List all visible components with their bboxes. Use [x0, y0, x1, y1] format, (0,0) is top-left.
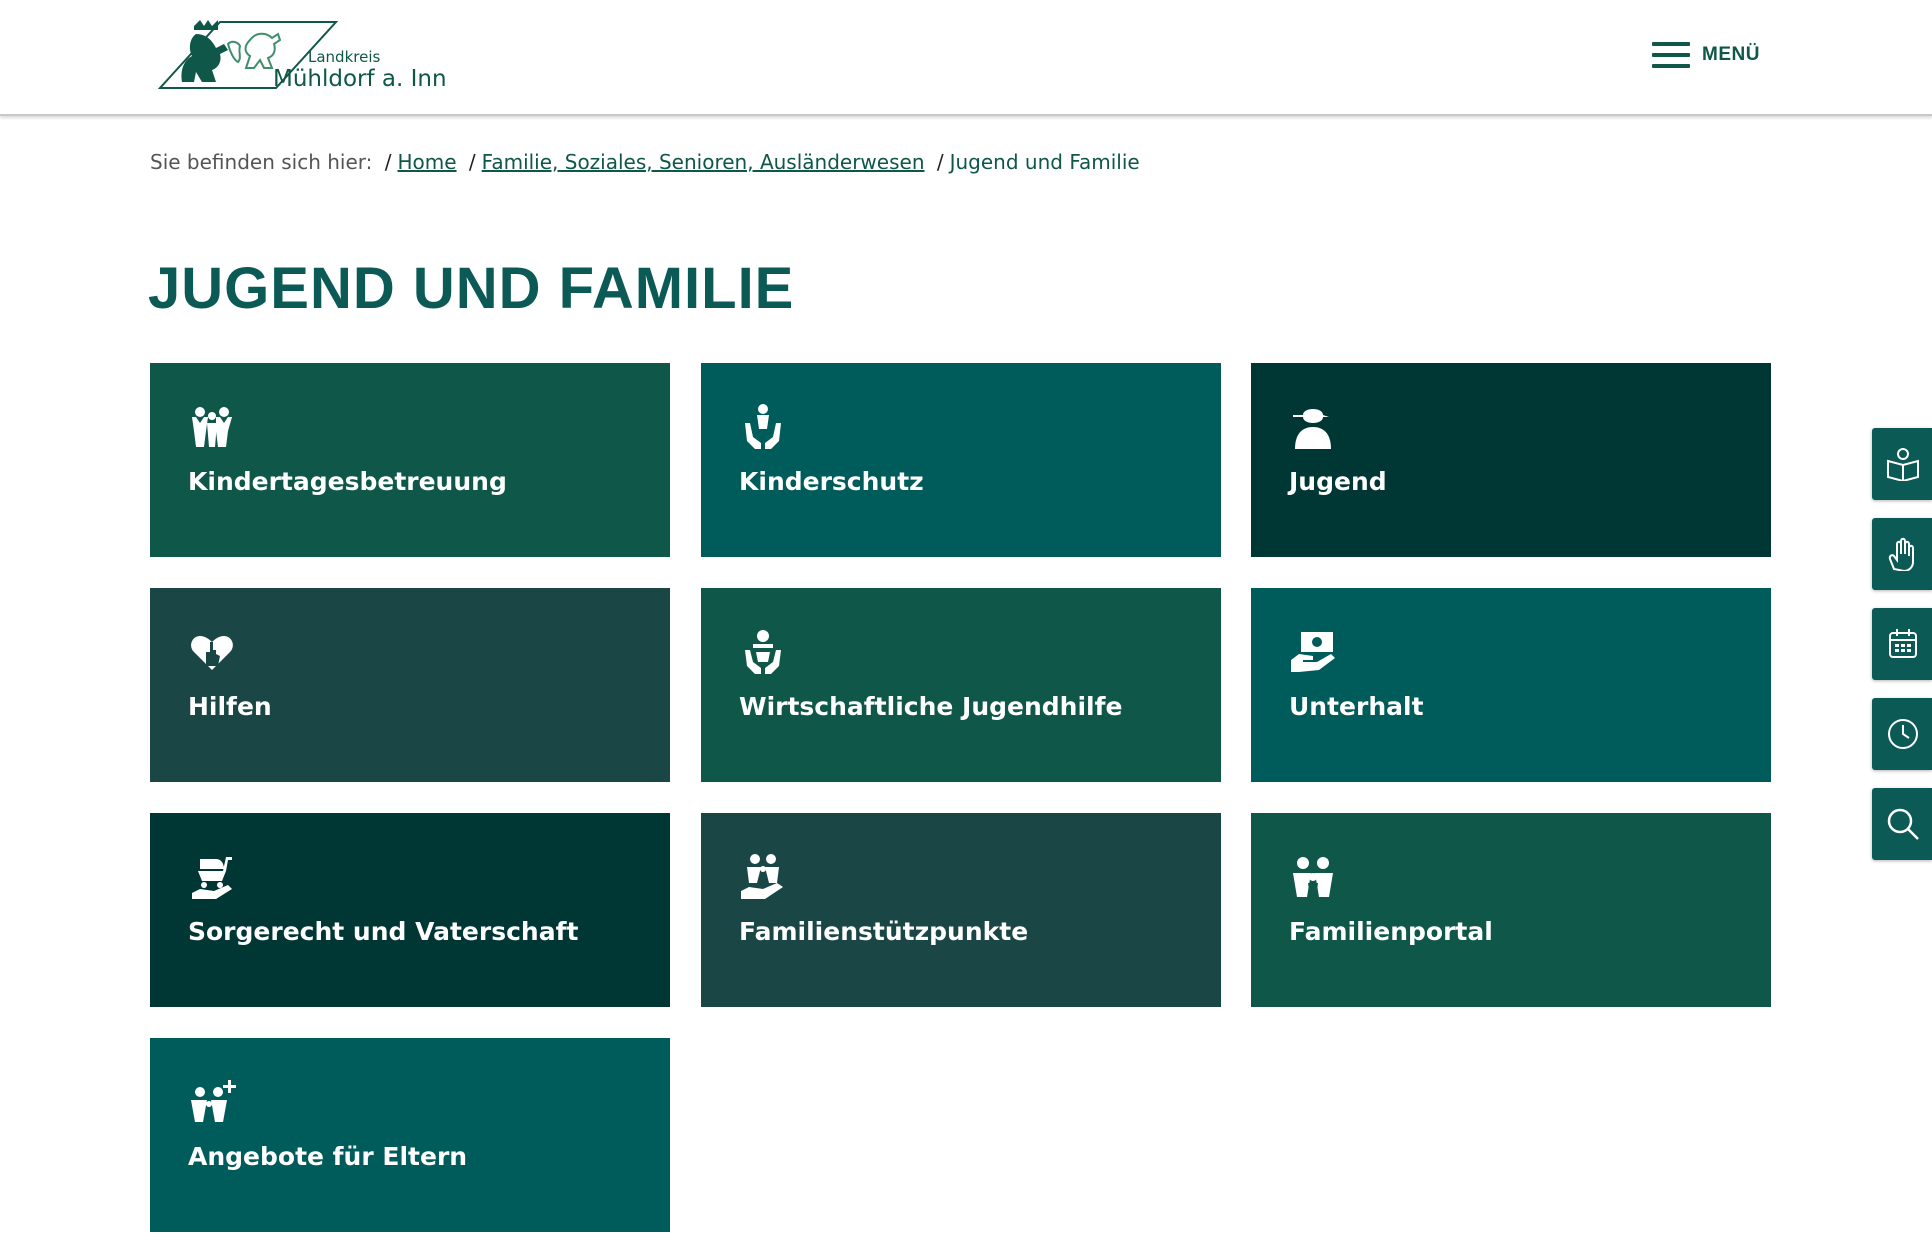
tile-sorgerecht-und-vaterschaft[interactable]: Sorgerecht und Vaterschaft	[150, 813, 670, 1007]
tile-familienstuetzpunkte[interactable]: Familienstützpunkte	[701, 813, 1221, 1007]
family-hand-icon	[741, 854, 783, 899]
hamburger-icon	[1652, 40, 1690, 70]
breadcrumb-prefix: Sie befinden sich hier:	[150, 150, 373, 174]
tile-unterhalt[interactable]: Unterhalt	[1251, 588, 1771, 782]
side-button-oeffnungszeiten[interactable]	[1872, 698, 1932, 770]
youth-cap-icon	[1293, 409, 1331, 449]
tile-jugend[interactable]: Jugend	[1251, 363, 1771, 557]
family-icon	[1293, 857, 1333, 897]
breadcrumb-current: Jugend und Familie	[949, 150, 1140, 174]
menu-button[interactable]: MENÜ	[1652, 38, 1770, 72]
side-button-suche[interactable]	[1872, 788, 1932, 860]
tile-grid: Kindertagesbetreuung Kinderschutz Jugend…	[150, 363, 1771, 1233]
stroller-hand-icon	[192, 857, 232, 899]
search-icon	[1887, 808, 1919, 840]
breadcrumb-link-familie[interactable]: Familie, Soziales, Senioren, Ausländerwe…	[482, 150, 925, 174]
tile-label: Sorgerecht und Vaterschaft	[188, 917, 579, 946]
book-person-icon	[1887, 448, 1919, 481]
heart-hand-icon	[191, 636, 233, 670]
tile-label: Hilfen	[188, 692, 272, 721]
tile-label: Familienstützpunkte	[739, 917, 1029, 946]
tile-label: Kinderschutz	[739, 467, 924, 496]
breadcrumb-separator: /	[468, 150, 476, 174]
child-protection-hands-icon	[745, 404, 781, 449]
tile-label: Familienportal	[1289, 917, 1493, 946]
page-title: JUGEND UND FAMILIE	[148, 256, 795, 321]
tile-kinderschutz[interactable]: Kinderschutz	[701, 363, 1221, 557]
side-button-gebaerdensprache[interactable]	[1872, 518, 1932, 590]
children-group-icon	[192, 407, 232, 447]
tile-hilfen[interactable]: Hilfen	[150, 588, 670, 782]
tile-label: Jugend	[1289, 467, 1387, 496]
money-hand-icon	[1291, 632, 1335, 672]
tile-wirtschaftliche-jugendhilfe[interactable]: Wirtschaftliche Jugendhilfe	[701, 588, 1221, 782]
logo-text-small: Landkreis	[308, 48, 381, 66]
tile-label: Kindertagesbetreuung	[188, 467, 507, 496]
calendar-icon	[1889, 629, 1917, 658]
sign-language-hand-icon	[1888, 537, 1914, 571]
person-hands-icon	[745, 630, 781, 674]
tile-angebote-fuer-eltern[interactable]: Angebote für Eltern	[150, 1038, 670, 1232]
tile-kindertagesbetreuung[interactable]: Kindertagesbetreuung	[150, 363, 670, 557]
side-button-leichte-sprache[interactable]	[1872, 428, 1932, 500]
logo-text-main: Mühldorf a. Inn	[273, 66, 447, 92]
tile-label: Wirtschaftliche Jugendhilfe	[739, 692, 1123, 721]
side-button-termine[interactable]	[1872, 608, 1932, 680]
family-plus-icon	[191, 1080, 236, 1122]
tile-familienportal[interactable]: Familienportal	[1251, 813, 1771, 1007]
tile-label: Unterhalt	[1289, 692, 1424, 721]
site-header: Landkreis Mühldorf a. Inn MENÜ	[0, 0, 1932, 116]
menu-label: MENÜ	[1702, 44, 1760, 65]
tile-label: Angebote für Eltern	[188, 1142, 468, 1171]
site-logo[interactable]: Landkreis Mühldorf a. Inn	[158, 18, 458, 92]
breadcrumb-separator: /	[384, 150, 392, 174]
breadcrumb-link-home[interactable]: Home	[397, 150, 456, 174]
breadcrumb-separator: /	[936, 150, 944, 174]
clock-icon	[1888, 719, 1918, 749]
breadcrumb: Sie befinden sich hier: / Home / Familie, …	[150, 150, 1140, 174]
